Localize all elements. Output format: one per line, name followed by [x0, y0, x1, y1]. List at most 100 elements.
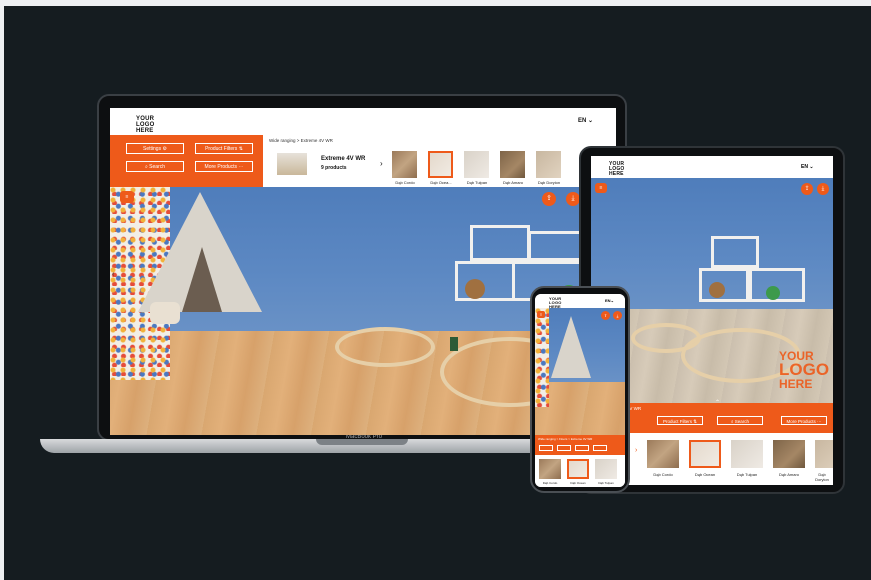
settings-icon: ⚙: [162, 146, 167, 152]
wallpaper: [535, 308, 549, 408]
room-visualization[interactable]: ≡ ⇪ ⤓: [535, 308, 625, 435]
chevron-down-icon: ⌄: [588, 118, 594, 124]
logo-watermark: YOUR LOGO HERE: [779, 350, 829, 390]
share-icon[interactable]: ⇪: [542, 192, 556, 206]
swatch-label: Dąb Doryion: [815, 472, 829, 482]
logo[interactable]: YOUR LOGO HERE: [136, 116, 168, 134]
settings-label: Settings: [143, 146, 162, 152]
ball: [766, 286, 780, 300]
product-count: 9 products: [321, 165, 347, 171]
chevron-down-icon: ⌄: [610, 298, 614, 303]
more-products-label: More Products: [204, 164, 238, 170]
swatch-label: Dąb Cordo: [542, 481, 558, 485]
menu-icon[interactable]: ≡: [537, 311, 545, 318]
swatch-tile[interactable]: [536, 151, 561, 178]
phone-screen: YOUR LOGO HERE EN⌄ ≡ ⇪ ⤓ Wide ranging > …: [535, 294, 625, 487]
settings-button[interactable]: [593, 445, 607, 451]
phone-header: YOUR LOGO HERE EN⌄: [535, 294, 625, 309]
search-button[interactable]: [557, 445, 571, 451]
laptop-header: YOUR LOGO HERE EN ⌄: [110, 108, 616, 134]
watermark-line: HERE: [779, 377, 813, 391]
search-button[interactable]: ⌕ Search: [126, 161, 184, 172]
product-title: Extreme 4V WR: [321, 156, 366, 162]
swatch-label: Dąb Ocean: [694, 472, 716, 477]
swatch-label: Dąb Tulpan: [598, 481, 614, 485]
shelf-unit: [711, 236, 759, 268]
product-filters-label: Product Filters: [662, 419, 692, 424]
swatch-label: Dąb Ocea...: [430, 180, 452, 185]
more-products-button[interactable]: More Products ⋯: [781, 416, 827, 425]
swatch-tile-selected[interactable]: [428, 151, 453, 178]
swatch-label: Dąb Amaro: [502, 180, 523, 185]
shelf-unit: [470, 225, 530, 261]
train-toy: [450, 337, 458, 351]
product-filters-button[interactable]: Product Filters ⇅: [657, 416, 703, 425]
breadcrumb[interactable]: Wide ranging > Extreme 4V WR: [269, 138, 333, 143]
swatch-label: Dąb Tulpan: [466, 180, 488, 185]
train-track: [335, 327, 435, 367]
chevron-right-icon[interactable]: ›: [380, 159, 383, 168]
chevron-right-icon[interactable]: ›: [635, 447, 637, 454]
shelf-unit: [455, 261, 515, 301]
menu-icon[interactable]: ≡: [120, 191, 134, 203]
product-strip: Wide ranging > Extreme 4V WR Extreme 4V …: [263, 135, 616, 187]
swatch-tile[interactable]: [539, 459, 561, 479]
more-products-label: More Products: [786, 419, 816, 424]
download-icon[interactable]: ⤓: [566, 192, 580, 206]
settings-button[interactable]: Settings ⚙: [126, 143, 184, 154]
product-thumbnail[interactable]: [277, 153, 307, 175]
share-icon[interactable]: ⇪: [601, 311, 610, 320]
logo[interactable]: YOUR LOGO HERE: [609, 162, 637, 177]
language-selector[interactable]: EN ⌄: [801, 164, 814, 170]
search-button[interactable]: ⌕ Search: [717, 416, 763, 425]
product-filters-label: Product Filters: [205, 146, 238, 152]
teepee-opening: [182, 247, 222, 312]
filter-button[interactable]: [539, 445, 553, 451]
menu-icon[interactable]: ≡: [595, 183, 607, 193]
ball: [465, 279, 485, 299]
language-label: EN: [801, 164, 808, 170]
filter-icon: ⇅: [238, 146, 243, 152]
train-track: [631, 323, 701, 353]
swatch-label: Dąb Tulpan: [736, 472, 758, 477]
product-filters-button[interactable]: Product Filters ⇅: [195, 143, 253, 154]
product-strip: Dąb Cordo Dąb Ocean Dąb Tulpan: [535, 455, 625, 487]
pillow: [150, 302, 180, 324]
swatch-tile-selected[interactable]: [689, 440, 721, 468]
swatch-tile[interactable]: [500, 151, 525, 178]
chevron-down-icon: ⌄: [807, 164, 814, 170]
swatch-tile[interactable]: [392, 151, 417, 178]
shelf-unit: [699, 268, 749, 302]
search-label: Search: [149, 164, 166, 170]
watermark-line: LOGO: [779, 360, 830, 379]
more-button[interactable]: [575, 445, 589, 451]
language-selector[interactable]: EN⌄: [605, 298, 614, 303]
swatch-tile[interactable]: [595, 459, 617, 479]
swatch-tile[interactable]: [773, 440, 805, 468]
share-icon[interactable]: ⇪: [801, 183, 813, 195]
chevron-left-icon[interactable]: ‹: [112, 271, 114, 278]
swatch-tile-selected[interactable]: [567, 459, 589, 479]
swatch-tile[interactable]: [464, 151, 489, 178]
more-icon: ⋯: [238, 164, 244, 170]
download-icon[interactable]: ⤓: [613, 311, 622, 320]
language-label: EN: [578, 118, 587, 124]
more-icon: ⋯: [815, 419, 822, 424]
language-selector[interactable]: EN ⌄: [578, 117, 593, 124]
swatch-label: Dąb Cordo: [653, 472, 673, 477]
control-panel: Settings ⚙ Product Filters ⇅ ⌕ Search Mo…: [110, 135, 263, 187]
swatch-tile[interactable]: [731, 440, 763, 468]
chevron-up-icon[interactable]: ⌃: [715, 399, 720, 406]
filter-icon: ⇅: [691, 419, 698, 424]
ball: [709, 282, 725, 298]
breadcrumb[interactable]: Wide ranging > Floors > Extreme 4V WR: [538, 437, 592, 441]
teepee: [551, 316, 591, 378]
download-icon[interactable]: ⤓: [817, 183, 829, 195]
swatch-tile[interactable]: [647, 440, 679, 468]
swatch-tile[interactable]: [815, 440, 833, 468]
swatch-label: Dąb Cordo: [395, 180, 415, 185]
tablet-header: YOUR LOGO HERE EN ⌄: [591, 156, 833, 178]
swatch-label: Dąb Amaro: [778, 472, 799, 477]
showcase-stage: MacBook Pro YOUR LOGO HERE EN ⌄ Settings…: [4, 6, 871, 580]
more-products-button[interactable]: More Products ⋯: [195, 161, 253, 172]
